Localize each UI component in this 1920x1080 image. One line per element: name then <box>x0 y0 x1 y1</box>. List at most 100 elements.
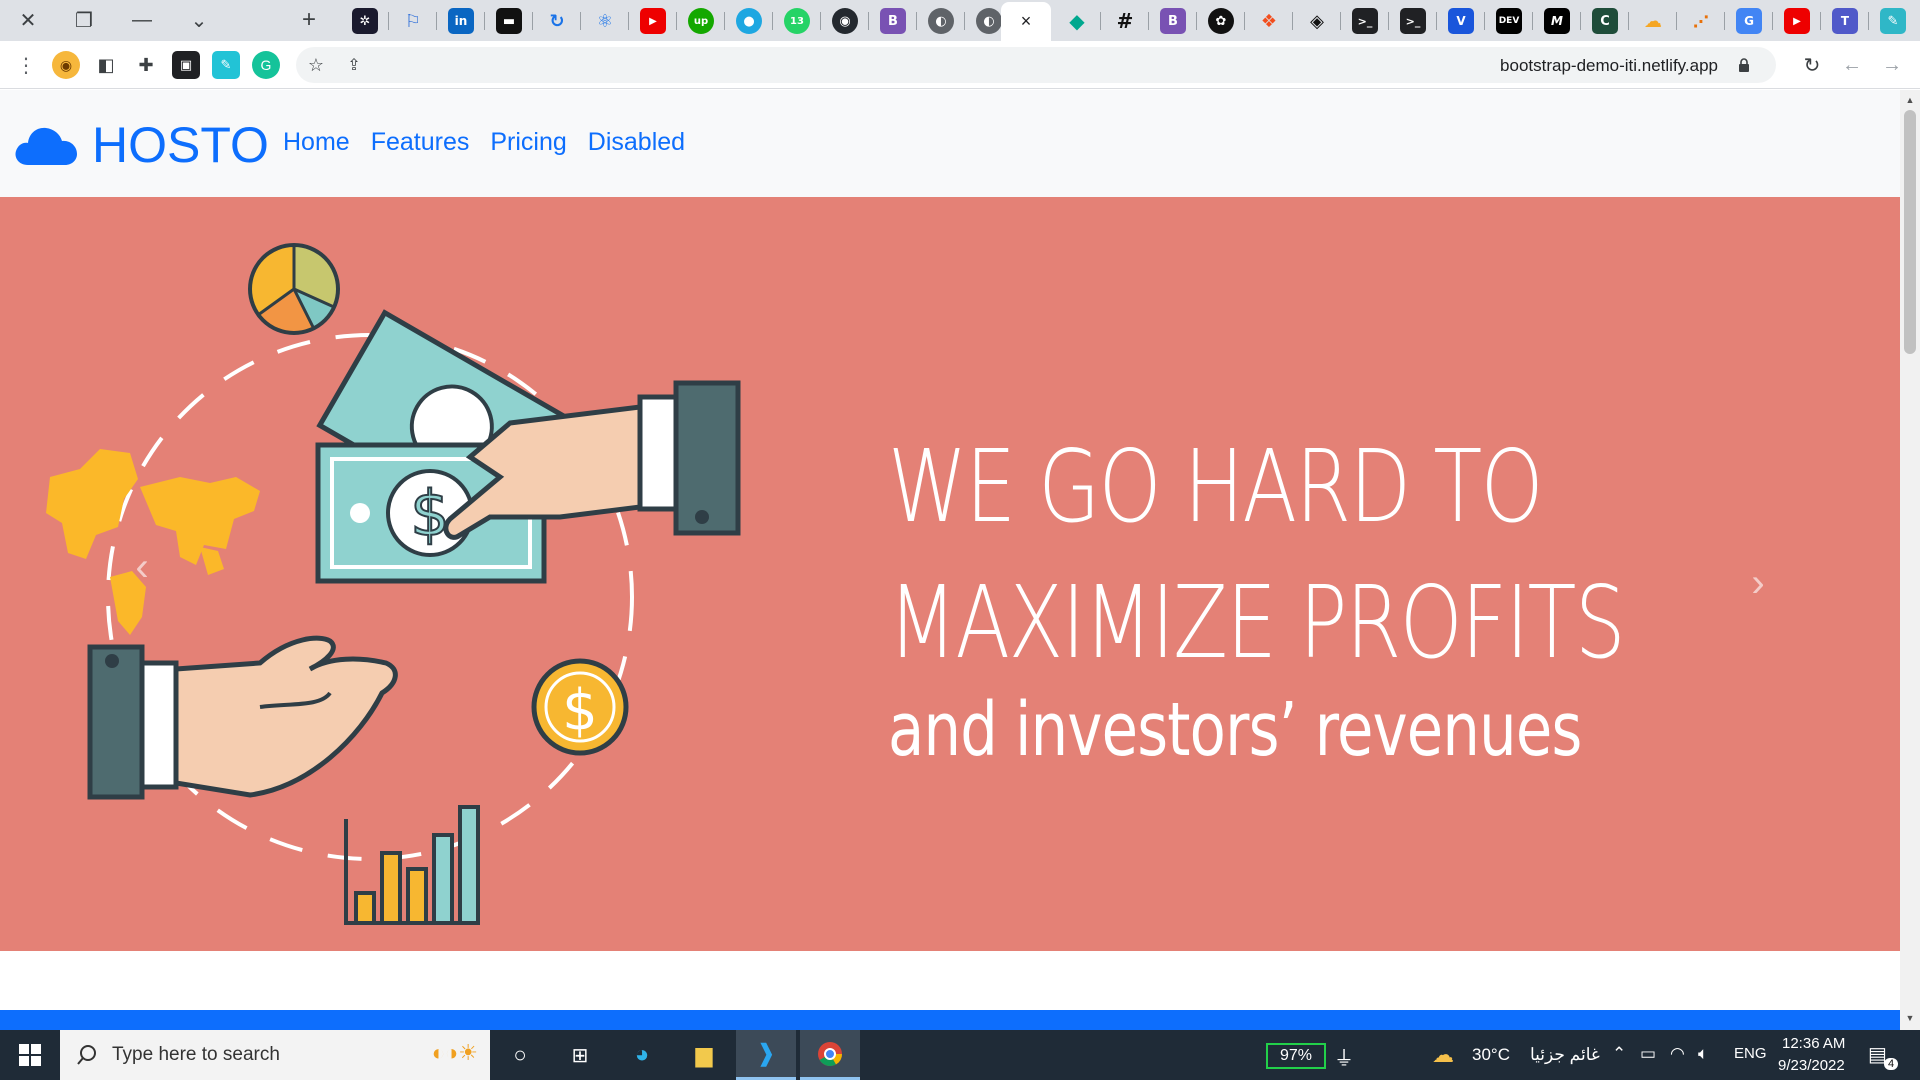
address-bar[interactable]: ☆ ⇪ bootstrap-demo-iti.netlify.app <box>296 47 1776 83</box>
youtube-icon[interactable]: ▶ <box>640 8 666 34</box>
close-tab-icon[interactable]: × <box>1021 11 1032 32</box>
extension-pen-icon[interactable]: ✎ <box>212 51 240 79</box>
battery-tray-icon[interactable]: ▭ <box>1640 1044 1656 1064</box>
medium-icon[interactable]: M <box>1544 8 1570 34</box>
notion-icon[interactable]: ▬ <box>496 8 522 34</box>
battery-indicator[interactable]: 97% <box>1266 1043 1326 1069</box>
hero-headline: WE GO HARD TO MAXIMIZE PROFITS <box>888 419 1626 691</box>
tab-search-chevron-icon[interactable]: ⌄ <box>175 4 223 36</box>
linkedin-icon[interactable]: in <box>448 8 474 34</box>
scroll-thumb[interactable] <box>1904 110 1916 354</box>
side-panel-icon[interactable]: ◧ <box>92 51 120 79</box>
globe-icon[interactable]: ◐ <box>976 8 1002 34</box>
lock-icon[interactable] <box>1738 58 1750 72</box>
grammarly-icon[interactable]: G <box>252 51 280 79</box>
menu-kebab-icon[interactable]: ⋮ <box>12 51 40 79</box>
nav-link-disabled[interactable]: Disabled <box>588 128 685 157</box>
sync-icon[interactable]: ↻ <box>544 8 570 34</box>
svg-text:$: $ <box>410 477 449 550</box>
codepen-icon[interactable]: ◈ <box>1304 8 1330 34</box>
bootstrap-icon[interactable]: B <box>880 8 906 34</box>
carousel-next-icon[interactable]: › <box>1728 553 1788 613</box>
terminal-icon[interactable]: >_ <box>1352 8 1378 34</box>
notepad-icon[interactable]: ✎ <box>1880 8 1906 34</box>
codewars-icon[interactable]: C <box>1592 8 1618 34</box>
chatgpt-icon[interactable]: ✿ <box>1208 8 1234 34</box>
weather-cloud-sun-icon[interactable]: ☁ <box>1432 1042 1454 1068</box>
youtube-icon[interactable]: ▶ <box>1784 8 1810 34</box>
teams-icon[interactable]: T <box>1832 8 1858 34</box>
cloud-logo-icon <box>15 127 77 165</box>
brand-name: HOSTO <box>92 117 269 173</box>
share-icon[interactable]: ⇪ <box>340 51 368 79</box>
pie-chart-shape <box>248 243 340 335</box>
translate-icon[interactable]: G <box>1736 8 1762 34</box>
nav-link-features[interactable]: Features <box>371 128 470 157</box>
show-hidden-icons-chevron-icon[interactable]: ⌃ <box>1612 1044 1626 1064</box>
restore-window-icon[interactable]: ❐ <box>60 4 108 36</box>
nav-links: Home Features Pricing Disabled <box>283 128 706 157</box>
windows-logo-icon <box>19 1044 41 1066</box>
extension-terminal-icon[interactable]: ▣ <box>172 51 200 79</box>
upwork-icon[interactable]: up <box>688 8 714 34</box>
hero-headline-line2: MAXIMIZE PROFITS <box>888 564 1626 681</box>
back-arrow-icon[interactable]: ← <box>1838 51 1866 79</box>
edge-icon[interactable]: ◕ <box>612 1030 672 1080</box>
minimize-window-icon[interactable]: — <box>118 4 166 36</box>
chrome-icon[interactable] <box>800 1030 860 1080</box>
figma-icon[interactable]: ❖ <box>1256 8 1282 34</box>
wifi-icon[interactable]: ◠ <box>1670 1044 1685 1064</box>
extensions-puzzle-icon[interactable]: ✚ <box>132 51 160 79</box>
diamond-icon[interactable]: ◆ <box>1064 8 1090 34</box>
forward-arrow-icon[interactable]: → <box>1878 51 1906 79</box>
search-highlight-icon: ◐◑☀ <box>431 1040 478 1065</box>
weather-description[interactable]: غائم جزئيا <box>1530 1045 1600 1065</box>
new-tab-button[interactable]: + <box>285 4 333 36</box>
close-window-icon[interactable]: ✕ <box>4 4 52 36</box>
vscode-icon[interactable]: ❱ <box>736 1030 796 1080</box>
vmware-icon[interactable]: V <box>1448 8 1474 34</box>
hero-subheadline: and investors’ revenues <box>888 687 1582 773</box>
extension-avatar-icon[interactable]: ◉ <box>52 51 80 79</box>
scroll-down-icon[interactable]: ▼ <box>1900 1010 1920 1026</box>
nav-link-pricing[interactable]: Pricing <box>490 128 566 157</box>
start-button[interactable] <box>0 1030 60 1080</box>
scroll-up-icon[interactable]: ▲ <box>1900 92 1920 108</box>
whatsapp-icon[interactable]: 13 <box>784 8 810 34</box>
chart-icon[interactable]: ⋰ <box>1688 8 1714 34</box>
task-view-icon[interactable]: ○ <box>490 1030 550 1080</box>
hero-headline-line1: WE GO HARD TO <box>888 428 1544 545</box>
carousel-prev-icon[interactable]: ‹ <box>112 537 172 597</box>
perplexity-icon[interactable]: ✲ <box>352 8 378 34</box>
bar-chart-shape <box>344 805 480 925</box>
active-tab[interactable]: × <box>1001 2 1051 41</box>
clock-time[interactable]: 12:36 AM <box>1782 1035 1845 1052</box>
input-language[interactable]: ENG <box>1734 1045 1767 1062</box>
hero-carousel: $ $ ‹ › WE GO HARD TO MAXIMIZE PROFITS a… <box>0 197 1900 951</box>
search-placeholder: Type here to search <box>112 1044 280 1065</box>
taskbar-search[interactable]: Type here to search ◐◑☀ <box>60 1030 490 1080</box>
site-navbar: HOSTO Home Features Pricing Disabled <box>0 90 1900 197</box>
dev-icon[interactable]: DEV <box>1496 8 1522 34</box>
bootstrap-icon[interactable]: B <box>1160 8 1186 34</box>
cloud-icon[interactable]: ☁ <box>1640 8 1666 34</box>
brand-link[interactable]: HOSTO <box>14 116 269 174</box>
globe-icon[interactable]: ◐ <box>928 8 954 34</box>
circle-icon[interactable]: ● <box>736 8 762 34</box>
volume-icon[interactable]: 🔈︎ <box>1698 1044 1708 1064</box>
weather-temperature[interactable]: 30°C <box>1472 1045 1510 1065</box>
widgets-icon[interactable]: ⊞ <box>550 1030 610 1080</box>
reload-icon[interactable]: ↻ <box>1798 51 1826 79</box>
react-icon[interactable]: ⚛ <box>592 8 618 34</box>
terminal-icon[interactable]: >_ <box>1400 8 1426 34</box>
clock-date[interactable]: 9/23/2022 <box>1778 1057 1845 1074</box>
page-scrollbar[interactable]: ▲ ▼ <box>1900 90 1920 1030</box>
url-text[interactable]: bootstrap-demo-iti.netlify.app <box>1500 56 1718 76</box>
file-explorer-icon[interactable]: ▆ <box>674 1030 734 1080</box>
tab-strip: ✕ ❐ — ⌄ + ✲ ⚐ in ▬ ↻ ⚛ ▶ up ● 13 ◉ B ◐ ◐… <box>0 0 1920 41</box>
github-icon[interactable]: ◉ <box>832 8 858 34</box>
flag-icon[interactable]: ⚐ <box>400 8 426 34</box>
nav-link-home[interactable]: Home <box>283 128 350 157</box>
bookmark-star-icon[interactable]: ☆ <box>302 51 330 79</box>
hash-icon[interactable]: # <box>1112 8 1138 34</box>
